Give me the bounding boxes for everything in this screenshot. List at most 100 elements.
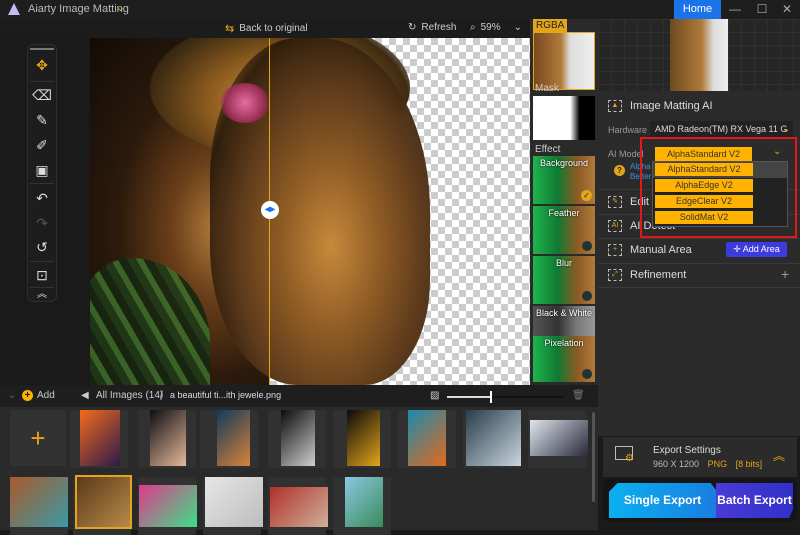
fit-view-icon[interactable]: ⊡ xyxy=(28,265,56,285)
maximize-icon[interactable]: ☐ xyxy=(749,0,775,19)
hardware-label: Hardware xyxy=(608,125,648,135)
thumbnail-rainbow-dancer[interactable] xyxy=(139,485,197,527)
effect-name: Black & White xyxy=(535,308,593,318)
thumbnail-woman-lights[interactable] xyxy=(217,410,250,466)
effect-name: Background xyxy=(539,158,589,168)
thumbnail-daisy-dark[interactable] xyxy=(347,410,380,466)
thumbnail-jellyfish[interactable] xyxy=(150,410,186,466)
thumbnail-white-sofa[interactable] xyxy=(205,477,263,527)
move-tool-icon[interactable]: ✥ xyxy=(28,55,56,75)
radio-icon xyxy=(582,369,592,379)
image-matting-ai-section: ▲ Image Matting AI xyxy=(598,97,800,115)
zoom-control[interactable]: ⌕ 59% ⌄ xyxy=(470,22,522,33)
radio-icon xyxy=(582,291,592,301)
undo-icon[interactable]: ↶ xyxy=(28,188,56,208)
add-area-button[interactable]: ✛ Add Area xyxy=(726,242,787,257)
thumbnail-red-hair[interactable] xyxy=(270,487,328,527)
mask-layer-thumb[interactable] xyxy=(533,96,595,140)
effect-background[interactable]: Background ✓ xyxy=(533,156,595,204)
compare-icon: ⇆ xyxy=(225,23,235,35)
refresh-label: Refresh xyxy=(421,22,457,33)
app-menu-chevron-icon[interactable]: ⌄ xyxy=(116,1,125,14)
breadcrumb-separator: / xyxy=(160,390,163,401)
manual-area-label: Manual Area xyxy=(630,244,692,256)
effect-name: Blur xyxy=(555,258,572,268)
thumbnail-floral-woman[interactable] xyxy=(75,475,132,529)
home-button[interactable]: Home xyxy=(674,0,721,19)
divider xyxy=(598,263,800,264)
refinement-icon: ⤢ xyxy=(608,269,622,281)
collapse-icon[interactable]: ︽ xyxy=(28,285,56,305)
thumbnail-white-dancer[interactable] xyxy=(281,410,315,466)
back-arrow-icon[interactable]: ◀ xyxy=(81,390,89,401)
gallery-scrollbar[interactable] xyxy=(592,412,595,502)
edit-icon: ✎ xyxy=(608,196,622,208)
back-to-original-button[interactable]: ⇆ Back to original xyxy=(225,22,308,35)
reset-icon[interactable]: ↺ xyxy=(28,237,56,257)
hardware-select[interactable]: AMD Radeon(TM) RX Vega 11 G ⌄ xyxy=(650,121,793,137)
add-label: Add xyxy=(37,390,55,401)
zoom-icon: ⌕ xyxy=(470,22,476,33)
brush-icon[interactable]: ✎ xyxy=(28,110,56,130)
ai-detect-icon: AI xyxy=(608,220,622,232)
divider xyxy=(30,81,54,82)
flower xyxy=(220,83,270,123)
refresh-button[interactable]: ↻ Refresh xyxy=(408,22,456,33)
redo-icon[interactable]: ↷ xyxy=(28,213,56,233)
image-canvas[interactable] xyxy=(90,38,530,385)
add-image-tile[interactable]: + xyxy=(10,410,66,466)
preview-image xyxy=(670,19,728,91)
rgba-layer-thumb[interactable] xyxy=(533,32,595,90)
collapse-icon[interactable]: ⌄ xyxy=(8,390,16,401)
slider-knob[interactable] xyxy=(489,391,492,403)
minimize-icon[interactable]: — xyxy=(722,0,748,19)
refinement-section[interactable]: ⤢ Refinement xyxy=(598,266,800,284)
thumbnail-silhouette-woman[interactable] xyxy=(80,410,120,466)
effect-feather[interactable]: Feather xyxy=(533,206,595,254)
thumbnail-woman-orange-blue[interactable] xyxy=(408,410,446,466)
add-area-label: Add Area xyxy=(742,244,780,254)
thumbnail-building-sky[interactable] xyxy=(345,477,383,527)
add-images-button[interactable]: + Add xyxy=(22,390,55,401)
effect-label: Effect xyxy=(535,144,561,155)
manual-area-icon: + xyxy=(608,244,622,256)
export-title: Export Settings xyxy=(653,445,721,456)
close-icon[interactable]: ✕ xyxy=(774,0,800,19)
compare-split-handle-icon[interactable]: ◂▸ xyxy=(261,201,279,219)
export-format: PNG xyxy=(707,459,728,469)
trash-icon[interactable]: 🗑 xyxy=(572,390,585,401)
app-logo-icon xyxy=(8,3,20,15)
export-settings[interactable]: ⚙ Export Settings 960 X 1200 PNG [8 bits… xyxy=(603,437,797,477)
chevron-up-icon[interactable]: ︽ xyxy=(773,447,785,464)
roller-icon[interactable]: ▣ xyxy=(28,160,56,180)
help-icon[interactable]: ? xyxy=(614,165,625,176)
eraser-icon[interactable]: ⌫ xyxy=(28,85,56,105)
single-export-button[interactable]: Single Export xyxy=(609,483,716,518)
refresh-icon: ↻ xyxy=(408,22,417,33)
export-bits: [8 bits] xyxy=(735,459,763,469)
paint-icon[interactable]: ✐ xyxy=(28,135,56,155)
image-gallery: + xyxy=(0,407,598,535)
effect-pixelation[interactable]: Pixelation xyxy=(533,336,595,382)
gear-icon: ⚙ xyxy=(625,453,634,464)
effect-name: Feather xyxy=(548,208,580,218)
highlight-annotation-box xyxy=(640,137,797,238)
thumbnail-jumping-group[interactable] xyxy=(530,420,588,456)
thumbnail-girl-white-veil[interactable] xyxy=(466,410,521,466)
add-icon: + xyxy=(22,390,33,401)
refinement-label: Refinement xyxy=(630,269,687,281)
zoom-chevron-icon[interactable]: ⌄ xyxy=(514,22,522,33)
drag-handle[interactable] xyxy=(30,48,54,50)
effect-blur[interactable]: Blur xyxy=(533,256,595,304)
all-images-link[interactable]: All Images (14) xyxy=(96,390,163,401)
expand-plus-icon[interactable]: + xyxy=(781,266,789,282)
divider xyxy=(598,287,800,288)
effect-name: Pixelation xyxy=(544,338,584,348)
thumbnail-size-slider[interactable] xyxy=(447,391,563,403)
thumbnail-blue-car[interactable] xyxy=(10,477,68,527)
zoom-level: 59% xyxy=(480,22,501,33)
batch-export-button[interactable]: Batch Export xyxy=(716,483,793,518)
check-icon: ✓ xyxy=(581,190,592,201)
thumbnail-size-icon: ▨ xyxy=(430,390,440,401)
preview-pane xyxy=(598,19,800,91)
